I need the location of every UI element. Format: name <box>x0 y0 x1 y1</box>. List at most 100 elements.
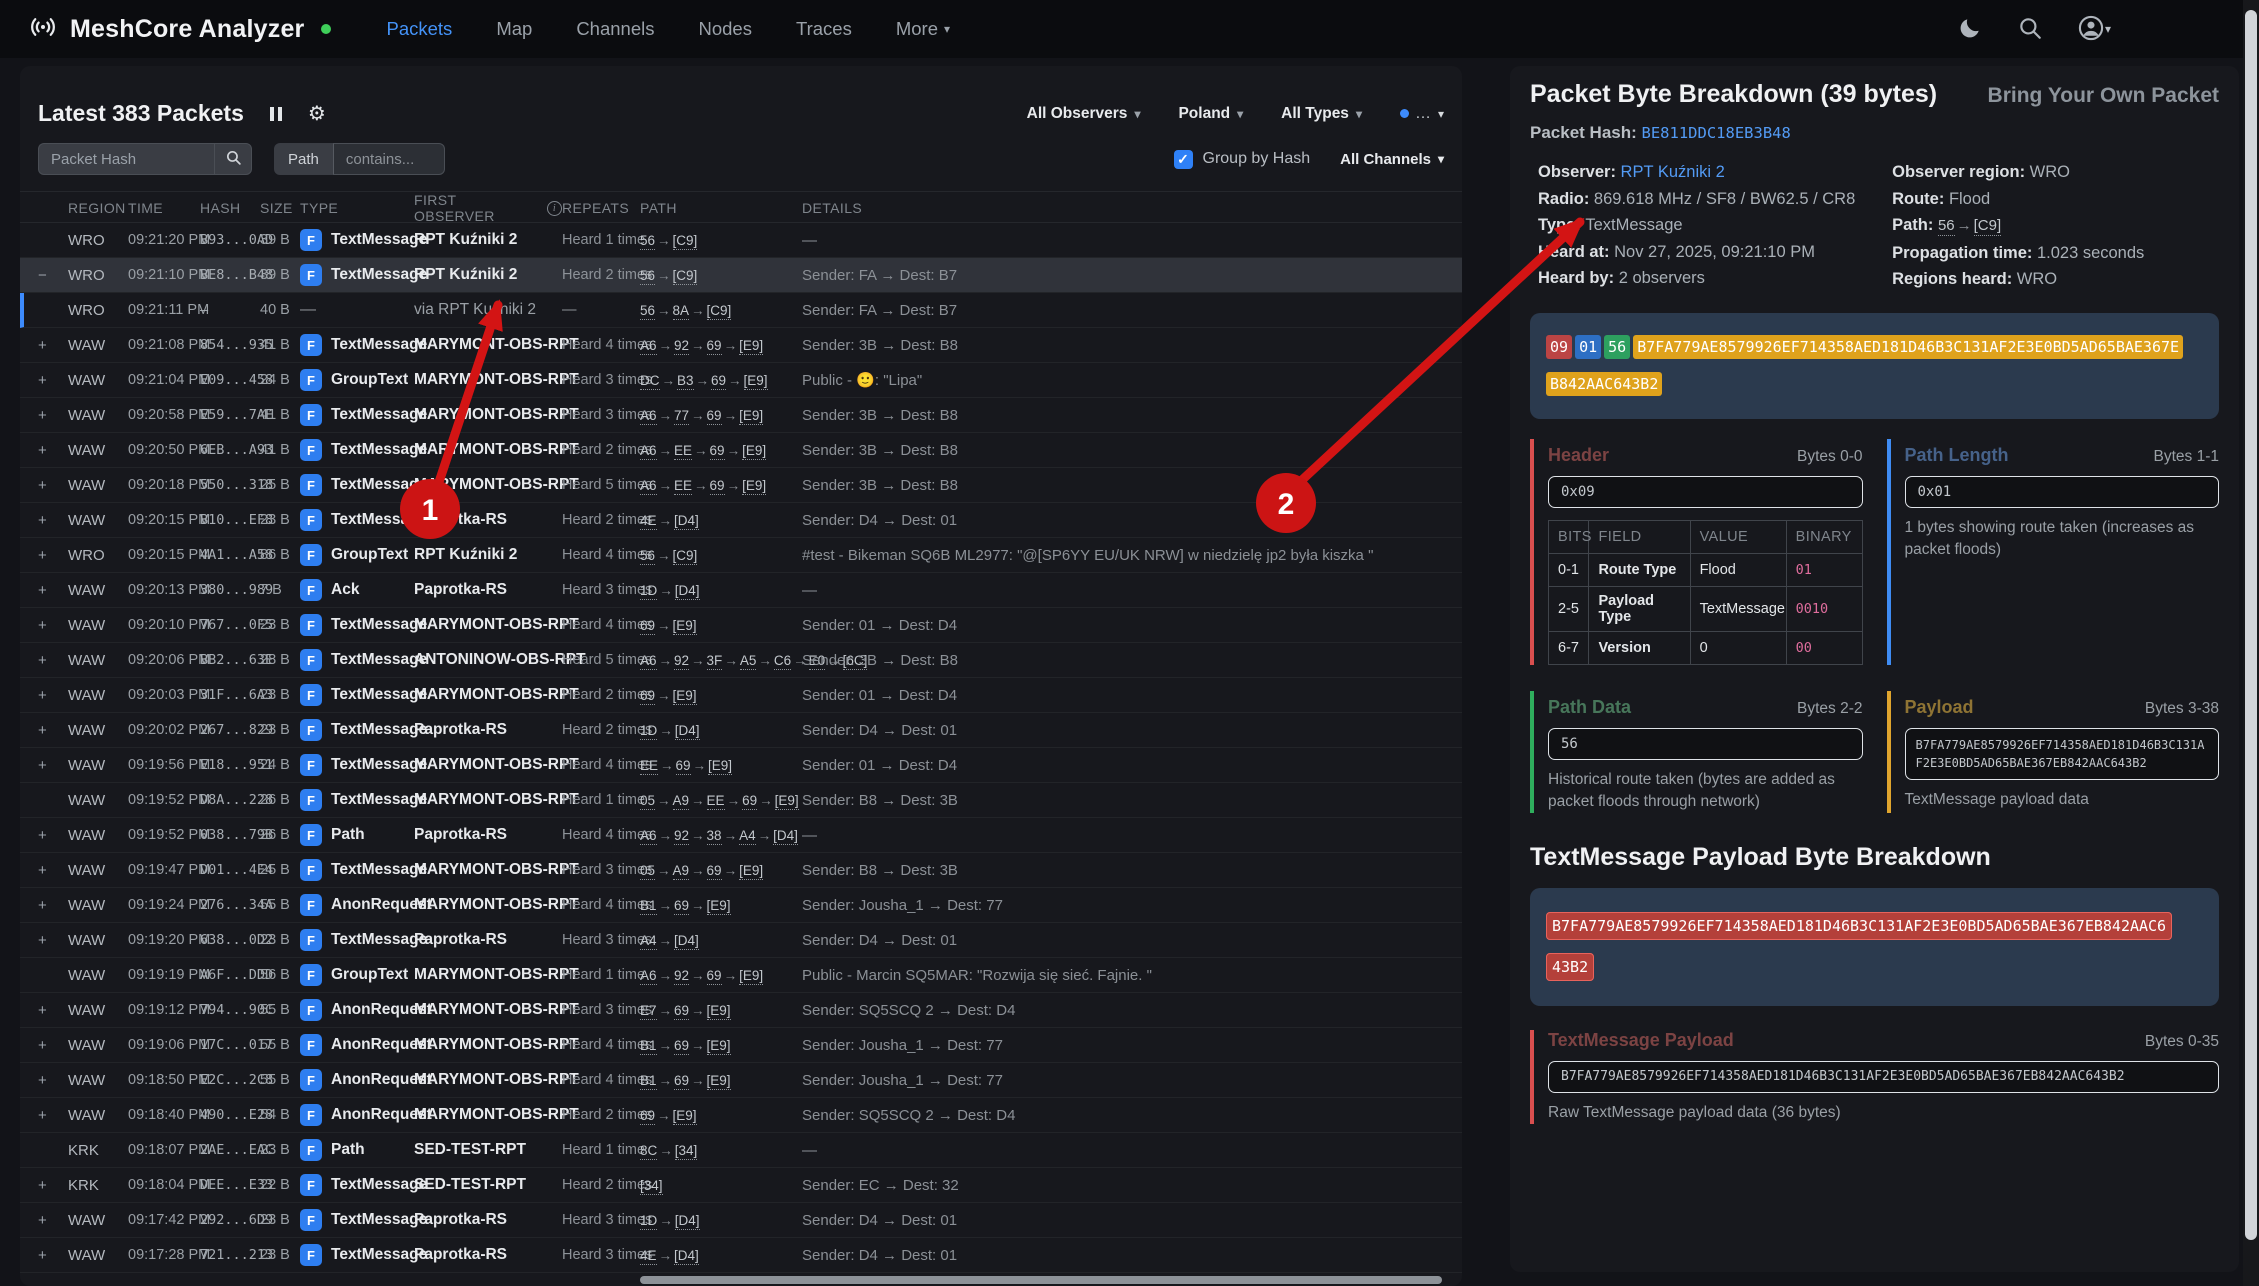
table-row[interactable]: +WAW09:20:03 PM31F...6A323 BFTextMessage… <box>20 678 1462 713</box>
path-hop[interactable]: EE <box>707 793 725 810</box>
path-hop[interactable]: B1 <box>640 1073 657 1090</box>
info-icon[interactable]: i <box>547 201 562 216</box>
path-hop[interactable]: 69 <box>674 898 689 915</box>
group-by-hash-toggle[interactable]: ✓ Group by Hash <box>1174 150 1311 169</box>
path-hop[interactable]: [34] <box>640 1178 663 1195</box>
hex-byte-segment[interactable]: B842AAC643B2 <box>1546 372 1662 396</box>
path-contains-input[interactable] <box>333 143 445 175</box>
expand-toggle[interactable]: + <box>38 337 68 354</box>
path-hop[interactable]: A4 <box>640 933 657 950</box>
table-row[interactable]: +WAW09:20:18 PM550...31825 BFTextMessage… <box>20 468 1462 503</box>
path-hop[interactable]: [E9] <box>742 443 766 460</box>
table-row[interactable]: +WAW09:17:42 PM292...6D923 BFTextMessage… <box>20 1203 1462 1238</box>
table-row[interactable]: +KRK09:18:04 PMDEE...E3322 BFTextMessage… <box>20 1168 1462 1203</box>
path-hop[interactable]: A6 <box>640 408 657 425</box>
path-hop[interactable]: 56 <box>640 268 655 285</box>
path-hop[interactable]: [E9] <box>673 618 697 635</box>
path-hop[interactable]: [C9] <box>673 268 698 285</box>
expand-toggle[interactable]: + <box>38 827 68 844</box>
path-hop[interactable]: [E9] <box>673 688 697 705</box>
path-hop[interactable]: [C9] <box>673 233 698 250</box>
expand-toggle[interactable]: + <box>38 582 68 599</box>
hash-search-button[interactable] <box>214 143 252 175</box>
path-hop[interactable]: 05 <box>640 863 655 880</box>
path-hop[interactable]: A6 <box>640 828 657 845</box>
path-hop[interactable]: [E9] <box>775 793 799 810</box>
pause-stream-button[interactable] <box>270 107 282 121</box>
more-options-menu[interactable]: …▾ <box>1400 105 1444 123</box>
path-length-input[interactable] <box>1905 476 2220 508</box>
path-hop[interactable]: 69 <box>674 1038 689 1055</box>
path-hop[interactable]: 69 <box>707 338 722 355</box>
path-hop[interactable]: 69 <box>676 758 691 775</box>
table-row[interactable]: −WRO09:21:10 PMBE8...B4839 BFTextMessage… <box>20 258 1462 293</box>
settings-gear-icon[interactable]: ⚙ <box>308 107 326 121</box>
path-hop[interactable]: 92 <box>674 968 689 985</box>
path-hop[interactable]: A6 <box>640 338 657 355</box>
path-hop[interactable]: A9 <box>673 863 690 880</box>
path-hop[interactable]: [E9] <box>707 898 731 915</box>
tm-hex-segment[interactable]: 43B2 <box>1546 953 1594 981</box>
expand-toggle[interactable]: + <box>38 932 68 949</box>
expand-toggle[interactable]: + <box>38 897 68 914</box>
path-hop[interactable]: 77 <box>674 408 689 425</box>
horizontal-scrollbar-thumb[interactable] <box>640 1276 1442 1284</box>
path-hop[interactable]: [E9] <box>739 408 763 425</box>
path-hop[interactable]: 38 <box>707 828 722 845</box>
table-row[interactable]: +WAW09:19:12 PM794...90C55 BFAnonRequest… <box>20 993 1462 1028</box>
path-hop[interactable]: [E9] <box>739 863 763 880</box>
path-hop[interactable]: C6 <box>774 653 791 670</box>
hex-byte-segment[interactable]: 01 <box>1575 335 1601 359</box>
expand-toggle[interactable]: + <box>38 372 68 389</box>
expand-toggle[interactable]: + <box>38 652 68 669</box>
path-hop[interactable]: [D4] <box>773 828 798 845</box>
nav-item-packets[interactable]: Packets <box>387 18 453 40</box>
table-row[interactable]: +WRO09:20:15 PM4A1...A5886 BFGroupTextRP… <box>20 538 1462 573</box>
expand-toggle[interactable]: + <box>38 407 68 424</box>
path-hop[interactable]: 69 <box>674 1003 689 1020</box>
observer-link[interactable]: RPT Kuźniki 2 <box>1621 163 1725 181</box>
path-hop[interactable]: A6 <box>640 478 657 495</box>
path-hop[interactable]: 69 <box>640 618 655 635</box>
path-hop[interactable]: A6 <box>640 653 657 670</box>
expand-toggle[interactable]: + <box>38 862 68 879</box>
table-row[interactable]: +WAW09:18:40 PM490...E2854 BFAnonRequest… <box>20 1098 1462 1133</box>
table-row[interactable]: +WAW09:19:47 PMD01...4E425 BFTextMessage… <box>20 853 1462 888</box>
path-hop[interactable]: [E9] <box>708 758 732 775</box>
table-row[interactable]: WAW09:19:52 PMD8A...22826 BFTextMessageM… <box>20 783 1462 818</box>
table-row[interactable]: +WAW09:19:56 PME18...95124 BFTextMessage… <box>20 748 1462 783</box>
table-row[interactable]: WRO09:21:11 PM—40 B—via RPT Kuźniki 2—56… <box>20 293 1462 328</box>
path-hop[interactable]: 1D <box>640 1213 657 1230</box>
expand-toggle[interactable]: + <box>38 442 68 459</box>
expand-toggle[interactable]: + <box>38 617 68 634</box>
table-row[interactable]: +WAW09:21:04 PME09...45824 BFGroupTextMA… <box>20 363 1462 398</box>
bring-your-own-packet-link[interactable]: Bring Your Own Packet <box>1988 84 2219 108</box>
path-hop[interactable]: A9 <box>673 793 690 810</box>
path-hop[interactable]: 4E <box>640 1248 657 1265</box>
header-value-input[interactable] <box>1548 476 1863 508</box>
path-data-input[interactable] <box>1548 728 1863 760</box>
expand-toggle[interactable]: + <box>38 512 68 529</box>
hex-byte-segment[interactable]: 09 <box>1546 335 1572 359</box>
table-row[interactable]: +WAW09:20:15 PMB10...EF823 BFTextMessage… <box>20 503 1462 538</box>
path-hop[interactable]: 1D <box>640 583 657 600</box>
path-hop[interactable]: [D4] <box>675 583 700 600</box>
path-hop[interactable]: [E9] <box>739 968 763 985</box>
path-hop[interactable]: 69 <box>707 408 722 425</box>
payload-hex-box[interactable]: B7FA779AE8579926EF714358AED181D46B3C131A… <box>1905 728 2220 780</box>
table-row[interactable]: WRO09:21:20 PMB93...0AD39 BFTextMessageR… <box>20 223 1462 258</box>
filter-region[interactable]: Poland▾ <box>1178 105 1243 123</box>
expand-toggle[interactable]: + <box>38 1072 68 1089</box>
path-hop[interactable]: 05 <box>640 793 655 810</box>
path-hop[interactable]: 8C <box>640 1143 657 1160</box>
path-hop[interactable]: [E9] <box>739 338 763 355</box>
expand-toggle[interactable]: + <box>38 757 68 774</box>
nav-item-map[interactable]: Map <box>496 18 532 40</box>
table-row[interactable]: +WAW09:18:50 PME2C...2C855 BFAnonRequest… <box>20 1063 1462 1098</box>
table-row[interactable]: +WAW09:19:24 PM276...34A55 BFAnonRequest… <box>20 888 1462 923</box>
brand[interactable]: MeshCore Analyzer <box>28 12 331 47</box>
expand-toggle[interactable]: + <box>38 1177 68 1194</box>
path-hop[interactable]: [E9] <box>707 1073 731 1090</box>
path-hop[interactable]: 69 <box>707 968 722 985</box>
path-hop[interactable]: 92 <box>674 653 689 670</box>
